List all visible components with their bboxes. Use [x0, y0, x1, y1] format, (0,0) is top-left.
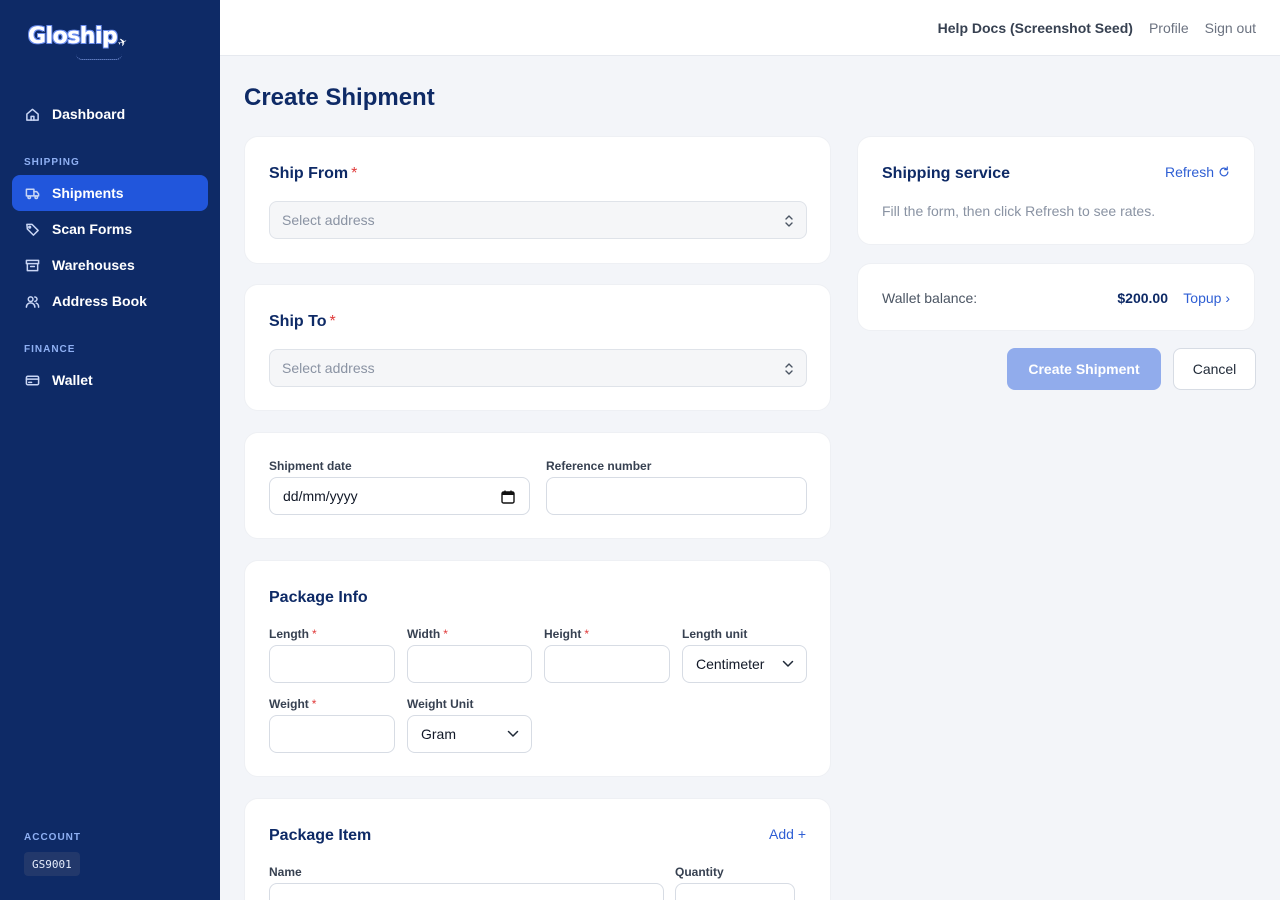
- truck-icon: [24, 185, 40, 201]
- height-label: Height *: [544, 627, 589, 641]
- ship-from-title: Ship From *: [269, 165, 357, 183]
- sidebar-item-label: Wallet: [52, 372, 93, 388]
- required-mark: *: [312, 627, 317, 641]
- required-mark: *: [311, 697, 317, 711]
- profile-link[interactable]: Profile: [1149, 20, 1189, 36]
- shipment-date-label: Shipment date: [269, 459, 352, 473]
- shipping-service-title: Shipping service: [882, 165, 1011, 182]
- required-mark: *: [351, 165, 358, 182]
- chevron-up-down-icon: [785, 215, 793, 227]
- required-mark: *: [329, 313, 336, 330]
- required-mark: *: [443, 627, 448, 641]
- length-unit-select[interactable]: Centimeter: [682, 645, 807, 683]
- ship-from-placeholder: Select address: [282, 212, 375, 228]
- ship-to-card: Ship To * Select address: [244, 284, 831, 411]
- weight-unit-select[interactable]: Gram: [407, 715, 532, 753]
- length-label-text: Length: [269, 627, 309, 641]
- shipment-details-card: Shipment date dd/mm/yyyy Reference numbe…: [244, 432, 831, 539]
- length-unit-label: Length unit: [682, 627, 748, 641]
- users-icon: [24, 293, 40, 309]
- package-info-card: Package Info Length * Width * Height * Leng…: [244, 560, 831, 777]
- item-name-label: Name: [269, 865, 302, 879]
- nav-section-finance: FINANCE: [24, 344, 76, 355]
- header-links: Help Docs (Screenshot Seed) Profile Sign…: [938, 20, 1256, 36]
- item-quantity-input[interactable]: [675, 883, 795, 900]
- width-input[interactable]: [407, 645, 532, 683]
- plane-icon: ✈: [116, 35, 130, 51]
- weight-input[interactable]: [269, 715, 395, 753]
- weight-unit-value: Gram: [421, 726, 456, 742]
- package-item-card: Package Item Add + Name Quantity: [244, 798, 831, 900]
- weight-label: Weight *: [269, 697, 316, 711]
- chevron-down-icon: [782, 660, 794, 667]
- rates-hint: Fill the form, then click Refresh to see…: [882, 203, 1156, 219]
- sidebar-item-address-book[interactable]: Address Book: [12, 283, 208, 319]
- width-label-text: Width: [407, 627, 441, 641]
- create-shipment-button[interactable]: Create Shipment: [1007, 348, 1161, 390]
- help-docs-link[interactable]: Help Docs (Screenshot Seed): [938, 20, 1133, 36]
- ship-from-label: Ship From: [269, 165, 349, 182]
- sidebar: Gloship ✈ Dashboard SHIPPING Shipments S…: [0, 0, 220, 900]
- sidebar-item-shipments[interactable]: Shipments: [12, 175, 208, 211]
- item-quantity-label: Quantity: [675, 865, 724, 879]
- ship-from-card: Ship From * Select address: [244, 136, 831, 264]
- refresh-label: Refresh: [1164, 164, 1214, 180]
- nav-section-account: ACCOUNT: [24, 832, 81, 843]
- chevron-down-icon: [507, 730, 519, 737]
- sidebar-item-dashboard[interactable]: Dashboard: [12, 96, 208, 132]
- sidebar-item-warehouses[interactable]: Warehouses: [12, 247, 208, 283]
- brand-name: Gloship: [28, 24, 118, 49]
- shipment-date-value: dd/mm/yyyy: [283, 488, 358, 504]
- weight-label-text: Weight: [269, 697, 309, 711]
- width-label: Width *: [407, 627, 448, 641]
- shipping-service-card: Shipping service Refresh Fill the form, …: [857, 136, 1255, 245]
- topup-link[interactable]: Topup ›: [1183, 290, 1230, 306]
- required-mark: *: [584, 627, 590, 641]
- sidebar-item-label: Scan Forms: [52, 221, 133, 237]
- wallet-balance-label: Wallet balance:: [882, 290, 978, 306]
- top-bar: Help Docs (Screenshot Seed) Profile Sign…: [220, 0, 1280, 56]
- tag-icon: [24, 221, 40, 237]
- refresh-rates-button[interactable]: Refresh: [1165, 164, 1230, 180]
- height-input[interactable]: [544, 645, 670, 683]
- sidebar-item-scan-forms[interactable]: Scan Forms: [12, 211, 208, 247]
- length-label: Length *: [269, 627, 317, 641]
- sidebar-item-label: Address Book: [52, 293, 147, 309]
- cancel-button[interactable]: Cancel: [1173, 348, 1256, 390]
- page-title: Create Shipment: [244, 84, 435, 111]
- reference-number-label: Reference number: [546, 459, 652, 473]
- sidebar-item-label: Shipments: [52, 185, 124, 201]
- item-name-input[interactable]: [269, 883, 664, 900]
- length-unit-value: Centimeter: [696, 656, 765, 672]
- calendar-icon[interactable]: [501, 490, 515, 504]
- sidebar-item-label: Dashboard: [52, 106, 126, 122]
- sidebar-item-label: Warehouses: [52, 257, 135, 273]
- shipment-date-input[interactable]: dd/mm/yyyy: [269, 477, 530, 515]
- credit-card-icon: [24, 372, 40, 388]
- account-id-badge: GS9001: [24, 852, 80, 876]
- brand-logo[interactable]: Gloship ✈: [28, 24, 130, 60]
- wallet-balance-amount: $200.00: [1117, 290, 1168, 306]
- package-item-title: Package Item: [269, 827, 372, 844]
- weight-unit-label: Weight Unit: [407, 697, 474, 711]
- height-label-text: Height: [544, 627, 582, 641]
- nav-section-shipping: SHIPPING: [24, 157, 80, 168]
- ship-to-placeholder: Select address: [282, 360, 375, 376]
- sidebar-item-wallet[interactable]: Wallet: [12, 362, 208, 398]
- home-icon: [24, 106, 40, 122]
- archive-icon: [24, 257, 40, 273]
- logo-trail: [76, 54, 122, 60]
- length-input[interactable]: [269, 645, 395, 683]
- ship-from-select[interactable]: Select address: [269, 201, 807, 239]
- add-item-button[interactable]: Add +: [769, 826, 806, 842]
- wallet-card: Wallet balance: $200.00 Topup ›: [857, 263, 1255, 331]
- refresh-icon: [1219, 166, 1229, 177]
- ship-to-label: Ship To: [269, 313, 327, 330]
- ship-to-title: Ship To *: [269, 313, 336, 331]
- sign-out-link[interactable]: Sign out: [1205, 20, 1256, 36]
- package-info-title: Package Info: [269, 589, 368, 606]
- chevron-up-down-icon: [785, 363, 793, 375]
- ship-to-select[interactable]: Select address: [269, 349, 807, 387]
- reference-number-input[interactable]: [546, 477, 807, 515]
